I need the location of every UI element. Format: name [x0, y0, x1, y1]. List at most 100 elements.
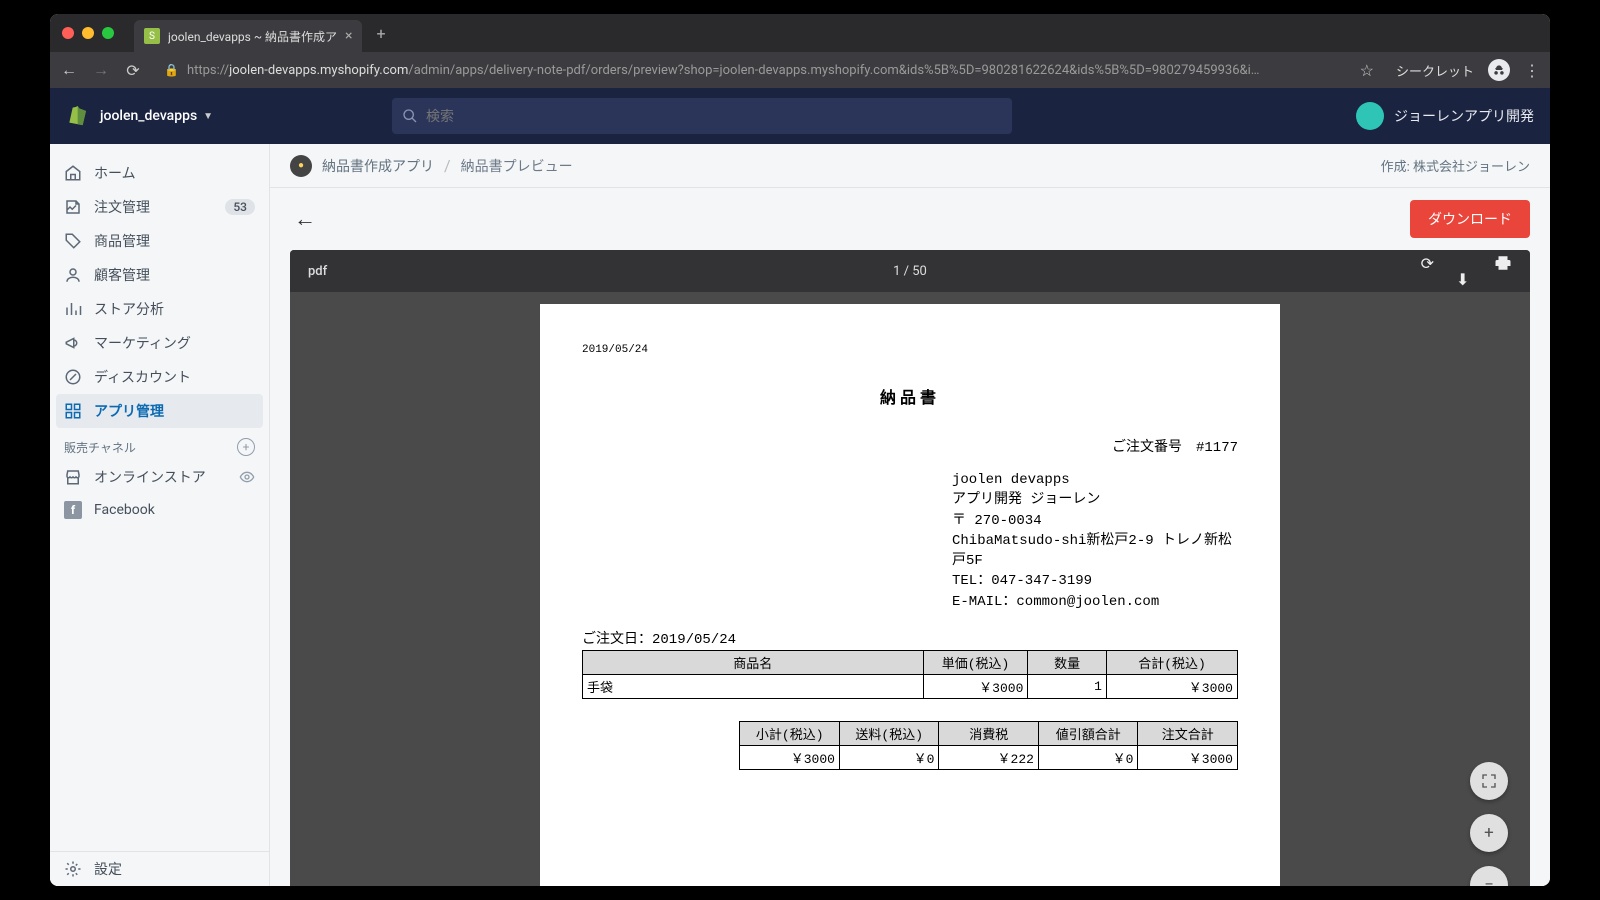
close-window-button[interactable] [62, 27, 74, 39]
pdf-page-counter: 1 / 50 [893, 264, 927, 279]
sidebar-item-label: ホーム [94, 163, 136, 183]
eye-icon[interactable] [239, 469, 255, 485]
pdf-page: 2019/05/24 納品書 ご注文番号#1177 joolen devapps… [540, 304, 1280, 886]
sidebar-channel-online-store[interactable]: オンラインストア [50, 460, 269, 494]
sidebar-item-home[interactable]: ホーム [50, 156, 269, 190]
sidebar-item-marketing[interactable]: マーケティング [50, 326, 269, 360]
pdf-zoom-controls: + − [1470, 762, 1508, 880]
pdf-toolbar-actions: ⟳ ⬇ [1421, 254, 1512, 289]
sidebar-channel-facebook[interactable]: f Facebook [50, 494, 269, 526]
avatar [1356, 102, 1384, 130]
pdf-toolbar: pdf 1 / 50 ⟳ ⬇ [290, 250, 1530, 292]
pdf-viewer: pdf 1 / 50 ⟳ ⬇ 2019/05/24 納品書 ご注文番号#1177 [290, 250, 1530, 886]
sidebar-item-discounts[interactable]: ディスカウント [50, 360, 269, 394]
gear-icon [64, 860, 82, 878]
reload-icon[interactable]: ⟳ [124, 61, 142, 80]
doc-items-table: 商品名 単価(税込) 数量 合計(税込) 手袋 ￥3000 1 ￥3000 [582, 650, 1238, 699]
crumb-separator: / [444, 156, 451, 175]
url-field[interactable]: 🔒 https://joolen-devapps.myshopify.com/a… [156, 61, 1382, 80]
app-icon: ● [290, 155, 312, 177]
sidebar-item-label: ストア分析 [94, 299, 164, 319]
incognito-label: シークレット [1396, 61, 1474, 80]
browser-address-bar: ← → ⟳ 🔒 https://joolen-devapps.myshopify… [50, 52, 1550, 88]
shopify-favicon-icon: S [144, 28, 160, 44]
store-name: joolen_devapps [100, 108, 197, 124]
doc-summary-table: 小計(税込) 送料(税込) 消費税 値引額合計 注文合計 ￥3000 ￥0 ￥2… [739, 721, 1238, 770]
th-name: 商品名 [583, 651, 924, 675]
browser-tab-bar: S joolen_devapps ~ 納品書作成ア × + [50, 14, 1550, 52]
sidebar-item-label: ディスカウント [94, 367, 191, 387]
incognito-icon[interactable] [1488, 59, 1510, 81]
user-menu[interactable]: ジョーレンアプリ開発 [1356, 102, 1534, 130]
browser-tab[interactable]: S joolen_devapps ~ 納品書作成ア × [134, 20, 362, 52]
sidebar-item-label: 設定 [94, 859, 122, 879]
breadcrumb-current: 納品書プレビュー [461, 156, 573, 176]
app-name-link[interactable]: 納品書作成アプリ [322, 156, 434, 176]
person-icon [64, 266, 82, 284]
minimize-window-button[interactable] [82, 27, 94, 39]
zoom-in-button[interactable]: + [1470, 814, 1508, 852]
add-channel-button[interactable]: + [237, 438, 255, 456]
pdf-filename: pdf [308, 264, 327, 279]
doc-title: 納品書 [582, 384, 1238, 408]
user-name: ジョーレンアプリ開発 [1394, 106, 1534, 126]
sidebar-item-label: Facebook [94, 502, 155, 518]
bookmark-star-icon[interactable]: ☆ [1360, 61, 1374, 80]
analytics-icon [64, 300, 82, 318]
download-icon[interactable]: ⬇ [1456, 254, 1472, 289]
megaphone-icon [64, 334, 82, 352]
search-icon [402, 108, 418, 124]
sidebar-item-apps[interactable]: アプリ管理 [56, 394, 263, 428]
url-text: https://joolen-devapps.myshopify.com/adm… [187, 63, 1352, 78]
shopify-top-bar: joolen_devapps ▼ ジョーレンアプリ開発 [50, 88, 1550, 144]
new-tab-button[interactable]: + [376, 24, 385, 43]
shopify-logo-icon [66, 105, 86, 127]
pdf-scroll-area[interactable]: 2019/05/24 納品書 ご注文番号#1177 joolen devapps… [290, 292, 1530, 886]
th-sum: 合計(税込) [1106, 651, 1237, 675]
home-icon [64, 164, 82, 182]
zoom-out-button[interactable]: − [1470, 866, 1508, 886]
sidebar-item-customers[interactable]: 顧客管理 [50, 258, 269, 292]
sidebar-item-label: オンラインストア [94, 467, 206, 487]
window-controls [62, 27, 114, 39]
tag-icon [64, 232, 82, 250]
doc-company-block: joolen devapps アプリ開発 ジョーレン 〒 270-0034 Ch… [952, 470, 1238, 612]
th-unit-price: 単価(税込) [923, 651, 1028, 675]
sidebar-item-products[interactable]: 商品管理 [50, 224, 269, 258]
forward-icon[interactable]: → [92, 60, 110, 80]
orders-badge: 53 [225, 199, 255, 215]
sidebar-item-label: 商品管理 [94, 231, 150, 251]
sidebar-item-analytics[interactable]: ストア分析 [50, 292, 269, 326]
search-box[interactable] [392, 98, 1012, 134]
sidebar-item-label: アプリ管理 [94, 401, 164, 421]
th-qty: 数量 [1028, 651, 1107, 675]
search-input[interactable] [426, 108, 1002, 124]
chevron-down-icon: ▼ [203, 111, 213, 122]
orders-icon [64, 198, 82, 216]
sidebar-item-label: マーケティング [94, 333, 191, 353]
app-breadcrumb-bar: ● 納品書作成アプリ / 納品書プレビュー 作成: 株式会社ジョーレン [270, 144, 1550, 188]
sidebar-section-channels: 販売チャネル + [50, 428, 269, 460]
doc-order-number: ご注文番号#1177 [582, 436, 1238, 456]
sidebar-item-label: 顧客管理 [94, 265, 150, 285]
sidebar: ホーム 注文管理 53 商品管理 顧客管理 ストア分析 マーケティング [50, 144, 270, 886]
app-maker-label: 作成: 株式会社ジョーレン [1381, 156, 1530, 175]
sidebar-item-orders[interactable]: 注文管理 53 [50, 190, 269, 224]
browser-menu-icon[interactable]: ⋮ [1524, 61, 1540, 80]
doc-date: 2019/05/24 [582, 344, 1238, 356]
print-icon[interactable] [1494, 254, 1512, 289]
action-bar: ← ダウンロード [270, 188, 1550, 250]
rotate-icon[interactable]: ⟳ [1421, 254, 1434, 289]
download-button[interactable]: ダウンロード [1410, 200, 1530, 238]
fit-page-button[interactable] [1470, 762, 1508, 800]
sidebar-item-label: 注文管理 [94, 197, 150, 217]
store-icon [64, 468, 82, 486]
lock-icon: 🔒 [164, 63, 179, 77]
close-tab-button[interactable]: × [345, 28, 352, 44]
sidebar-item-settings[interactable]: 設定 [50, 852, 269, 886]
back-button[interactable]: ← [290, 204, 320, 234]
back-icon[interactable]: ← [60, 60, 78, 80]
facebook-icon: f [64, 501, 82, 519]
store-switcher[interactable]: joolen_devapps ▼ [100, 108, 213, 124]
fullscreen-window-button[interactable] [102, 27, 114, 39]
